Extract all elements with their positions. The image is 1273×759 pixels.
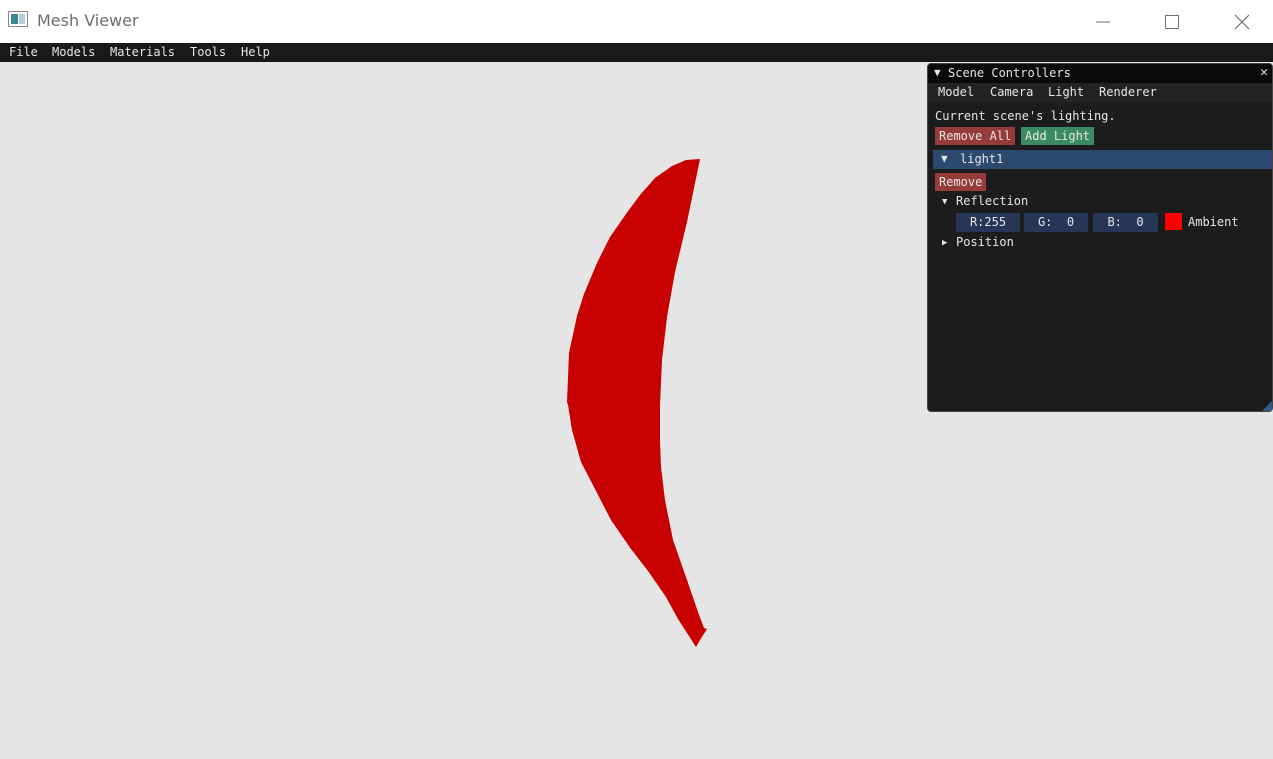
scene-controllers-panel: ▼ Scene Controllers ✕ Model Camera Light… — [927, 63, 1273, 412]
menu-bar: File Models Materials Tools Help — [0, 43, 1273, 62]
panel-resize-grip[interactable] — [1262, 401, 1272, 411]
tab-renderer[interactable]: Renderer — [1099, 85, 1157, 99]
menu-materials[interactable]: Materials — [110, 45, 175, 59]
panel-close-icon[interactable]: ✕ — [1260, 65, 1268, 80]
green-channel-input[interactable]: G: 0 — [1024, 213, 1088, 232]
minimize-button[interactable] — [1073, 0, 1133, 43]
position-label: Position — [956, 235, 1014, 249]
menu-tools[interactable]: Tools — [190, 45, 226, 59]
add-light-button[interactable]: Add Light — [1021, 127, 1095, 145]
minimize-icon — [1096, 21, 1110, 22]
panel-title-bar[interactable]: ▼ Scene Controllers ✕ — [928, 64, 1272, 83]
menu-help[interactable]: Help — [241, 45, 270, 59]
red-channel-input[interactable]: R:255 — [956, 213, 1020, 232]
blue-channel-input[interactable]: B: 0 — [1093, 213, 1158, 232]
light-name: light1 — [960, 152, 1004, 166]
menu-models[interactable]: Models — [52, 45, 95, 59]
panel-title: Scene Controllers — [948, 66, 1071, 80]
position-tree-node[interactable]: ▶ Position — [942, 235, 1014, 291]
app-icon — [8, 11, 28, 27]
window-title: Mesh Viewer — [37, 11, 139, 30]
tab-light[interactable]: Light — [1048, 85, 1084, 99]
maximize-button[interactable] — [1142, 0, 1202, 43]
window-title-bar: Mesh Viewer — [0, 0, 1273, 43]
panel-tab-bar: Model Camera Light Renderer — [928, 83, 1272, 103]
reflection-label: Reflection — [956, 194, 1029, 208]
menu-file[interactable]: File — [9, 45, 38, 59]
ambient-color-swatch[interactable] — [1165, 213, 1182, 230]
maximize-icon — [1165, 14, 1179, 29]
collapsed-arrow-icon: ▶ — [942, 238, 948, 248]
tab-camera[interactable]: Camera — [990, 85, 1033, 99]
collapse-arrow-icon[interactable]: ▼ — [934, 66, 941, 79]
lighting-description: Current scene's lighting. — [935, 109, 1116, 123]
expand-arrow-icon: ▼ — [941, 152, 948, 165]
mesh-shape — [567, 159, 707, 647]
remove-light-button[interactable]: Remove — [935, 173, 987, 191]
close-icon — [1234, 14, 1250, 29]
expand-arrow-icon: ▼ — [942, 197, 948, 207]
remove-all-button[interactable]: Remove All — [935, 127, 1016, 145]
light1-tree-header[interactable]: ▼ light1 — [933, 150, 1272, 169]
tab-model[interactable]: Model — [938, 85, 974, 99]
ambient-label: Ambient — [1188, 215, 1239, 229]
close-window-button[interactable] — [1212, 0, 1272, 43]
